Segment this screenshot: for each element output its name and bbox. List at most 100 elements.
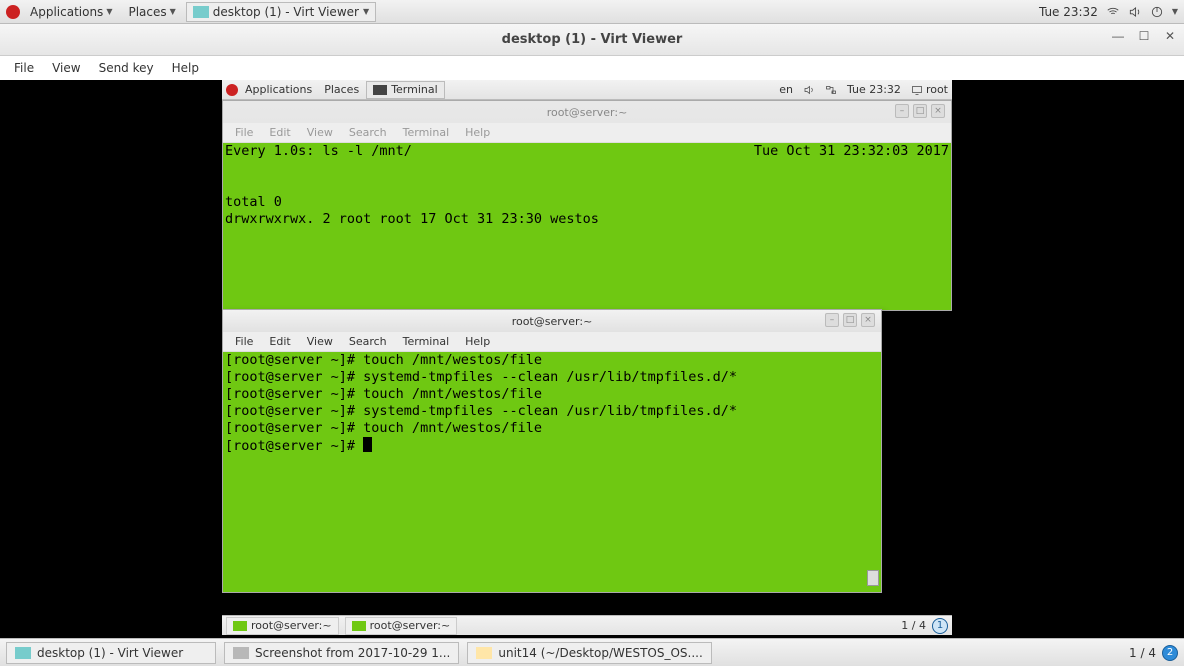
- window-thumb-icon: [193, 6, 209, 18]
- terminal-line: total 0: [225, 194, 282, 210]
- menu-view[interactable]: View: [299, 334, 341, 349]
- host-top-left: Applications ▼ Places ▼ desktop (1) - Vi…: [6, 2, 376, 22]
- vm-display[interactable]: Applications Places Terminal en Tue 23:3…: [0, 80, 1184, 638]
- window-thumb-icon: [15, 647, 31, 659]
- distro-logo-icon: [226, 84, 238, 96]
- close-button[interactable]: ×: [861, 313, 875, 327]
- document-thumb-icon: [476, 647, 492, 659]
- chevron-down-icon: ▼: [170, 7, 176, 16]
- terminal-titlebar[interactable]: root@server:~ – □ ×: [223, 310, 881, 332]
- terminal-output[interactable]: Every 1.0s: ls -l /mnt/Tue Oct 31 23:32:…: [223, 143, 951, 310]
- menu-view[interactable]: View: [44, 59, 88, 77]
- guest-clock-label[interactable]: Tue 23:32: [847, 83, 901, 96]
- taskbar-item-label: unit14 (~/Desktop/WESTOS_OS....: [498, 646, 702, 660]
- guest-bottom-right: 1 / 4 1: [901, 618, 948, 634]
- minimize-button[interactable]: –: [825, 313, 839, 327]
- terminal-titlebar[interactable]: root@server:~ – □ ×: [223, 101, 951, 123]
- terminal-output[interactable]: [root@server ~]# touch /mnt/westos/file[…: [223, 352, 881, 592]
- close-button[interactable]: ✕: [1162, 28, 1178, 44]
- guest-top-panel: Applications Places Terminal en Tue 23:3…: [222, 80, 952, 100]
- maximize-button[interactable]: □: [843, 313, 857, 327]
- terminal-window-watch[interactable]: root@server:~ – □ × File Edit View Searc…: [222, 100, 952, 311]
- display-icon: [911, 84, 923, 96]
- terminal-line: [root@server ~]# systemd-tmpfiles --clea…: [225, 369, 879, 386]
- terminal-window-controls: – □ ×: [825, 313, 875, 327]
- minimize-button[interactable]: —: [1110, 28, 1126, 44]
- menu-file[interactable]: File: [6, 59, 42, 77]
- network-icon[interactable]: [825, 84, 837, 96]
- window-controls: — ☐ ✕: [1110, 28, 1178, 44]
- terminal-prompt: [root@server ~]#: [225, 438, 363, 454]
- applications-menu[interactable]: Applications ▼: [24, 5, 118, 19]
- image-thumb-icon: [233, 647, 249, 659]
- menu-file[interactable]: File: [227, 125, 261, 140]
- terminal-line: [root@server ~]# touch /mnt/westos/file: [225, 352, 879, 369]
- menu-terminal[interactable]: Terminal: [395, 334, 458, 349]
- terminal-line: [225, 177, 233, 193]
- guest-top-left: Applications Places Terminal: [226, 81, 445, 99]
- volume-icon[interactable]: [1128, 5, 1142, 19]
- menu-sendkey[interactable]: Send key: [91, 59, 162, 77]
- guest-user-menu[interactable]: root: [911, 83, 948, 96]
- guest-bottom-panel: root@server:~ root@server:~ 1 / 4 1: [222, 615, 952, 635]
- guest-applications-menu[interactable]: Applications: [240, 83, 317, 96]
- taskbar-item[interactable]: Screenshot from 2017-10-29 1...: [224, 642, 459, 664]
- terminal-line: [root@server ~]# touch /mnt/westos/file: [225, 420, 879, 437]
- menu-edit[interactable]: Edit: [261, 334, 298, 349]
- maximize-button[interactable]: ☐: [1136, 28, 1152, 44]
- taskbar-item[interactable]: root@server:~: [226, 617, 339, 635]
- terminal-menubar: File Edit View Search Terminal Help: [223, 123, 951, 143]
- applications-label: Applications: [30, 5, 103, 19]
- terminal-line: [root@server ~]# systemd-tmpfiles --clea…: [225, 403, 879, 420]
- places-label: Places: [128, 5, 166, 19]
- window-list-item[interactable]: desktop (1) - Virt Viewer ▼: [186, 2, 376, 22]
- window-thumb-icon: [373, 85, 387, 95]
- terminal-prompt-line: [root@server ~]#: [225, 437, 879, 455]
- terminal-title: root@server:~: [547, 106, 628, 119]
- workspace-indicator[interactable]: 1 / 4: [1129, 646, 1156, 660]
- host-top-right: Tue 23:32 ▼: [1039, 5, 1178, 19]
- viewer-title: desktop (1) - Virt Viewer: [502, 32, 683, 47]
- maximize-button[interactable]: □: [913, 104, 927, 118]
- terminal-title: root@server:~: [512, 315, 593, 328]
- close-button[interactable]: ×: [931, 104, 945, 118]
- menu-search[interactable]: Search: [341, 125, 395, 140]
- taskbar-item-label: desktop (1) - Virt Viewer: [37, 646, 183, 660]
- taskbar-item-label: Screenshot from 2017-10-29 1...: [255, 646, 450, 660]
- menu-help[interactable]: Help: [457, 334, 498, 349]
- menu-help[interactable]: Help: [457, 125, 498, 140]
- minimize-button[interactable]: –: [895, 104, 909, 118]
- menu-help[interactable]: Help: [164, 59, 207, 77]
- taskbar-item[interactable]: unit14 (~/Desktop/WESTOS_OS....: [467, 642, 711, 664]
- places-menu[interactable]: Places ▼: [122, 5, 181, 19]
- terminal-window-controls: – □ ×: [895, 104, 945, 118]
- guest-places-menu[interactable]: Places: [319, 83, 364, 96]
- chevron-down-icon: ▼: [106, 7, 112, 16]
- menu-view[interactable]: View: [299, 125, 341, 140]
- terminal-line: [root@server ~]# touch /mnt/westos/file: [225, 386, 879, 403]
- volume-icon[interactable]: [803, 84, 815, 96]
- guest-top-right: en Tue 23:32 root: [779, 83, 948, 96]
- guest-window-list-item[interactable]: Terminal: [366, 81, 445, 99]
- clock-label[interactable]: Tue 23:32: [1039, 5, 1098, 19]
- watch-timestamp: Tue Oct 31 23:32:03 2017: [754, 143, 949, 160]
- power-icon[interactable]: [1150, 5, 1164, 19]
- guest-user-label: root: [926, 83, 948, 96]
- workspace-indicator[interactable]: 1 / 4: [901, 619, 926, 632]
- menu-edit[interactable]: Edit: [261, 125, 298, 140]
- input-lang-indicator[interactable]: en: [779, 83, 793, 96]
- notification-badge[interactable]: 1: [932, 618, 948, 634]
- menu-terminal[interactable]: Terminal: [395, 125, 458, 140]
- viewer-menubar: File View Send key Help: [0, 56, 1184, 80]
- terminal-cursor: [363, 437, 372, 452]
- menu-search[interactable]: Search: [341, 334, 395, 349]
- taskbar-item[interactable]: root@server:~: [345, 617, 458, 635]
- chevron-down-icon: ▼: [363, 7, 369, 16]
- wifi-icon[interactable]: [1106, 5, 1120, 19]
- scrollbar-thumb[interactable]: [867, 570, 879, 586]
- terminal-window-main[interactable]: root@server:~ – □ × File Edit View Searc…: [222, 309, 882, 593]
- taskbar-item[interactable]: desktop (1) - Virt Viewer: [6, 642, 216, 664]
- menu-file[interactable]: File: [227, 334, 261, 349]
- host-top-panel: Applications ▼ Places ▼ desktop (1) - Vi…: [0, 0, 1184, 24]
- notification-badge[interactable]: 2: [1162, 645, 1178, 661]
